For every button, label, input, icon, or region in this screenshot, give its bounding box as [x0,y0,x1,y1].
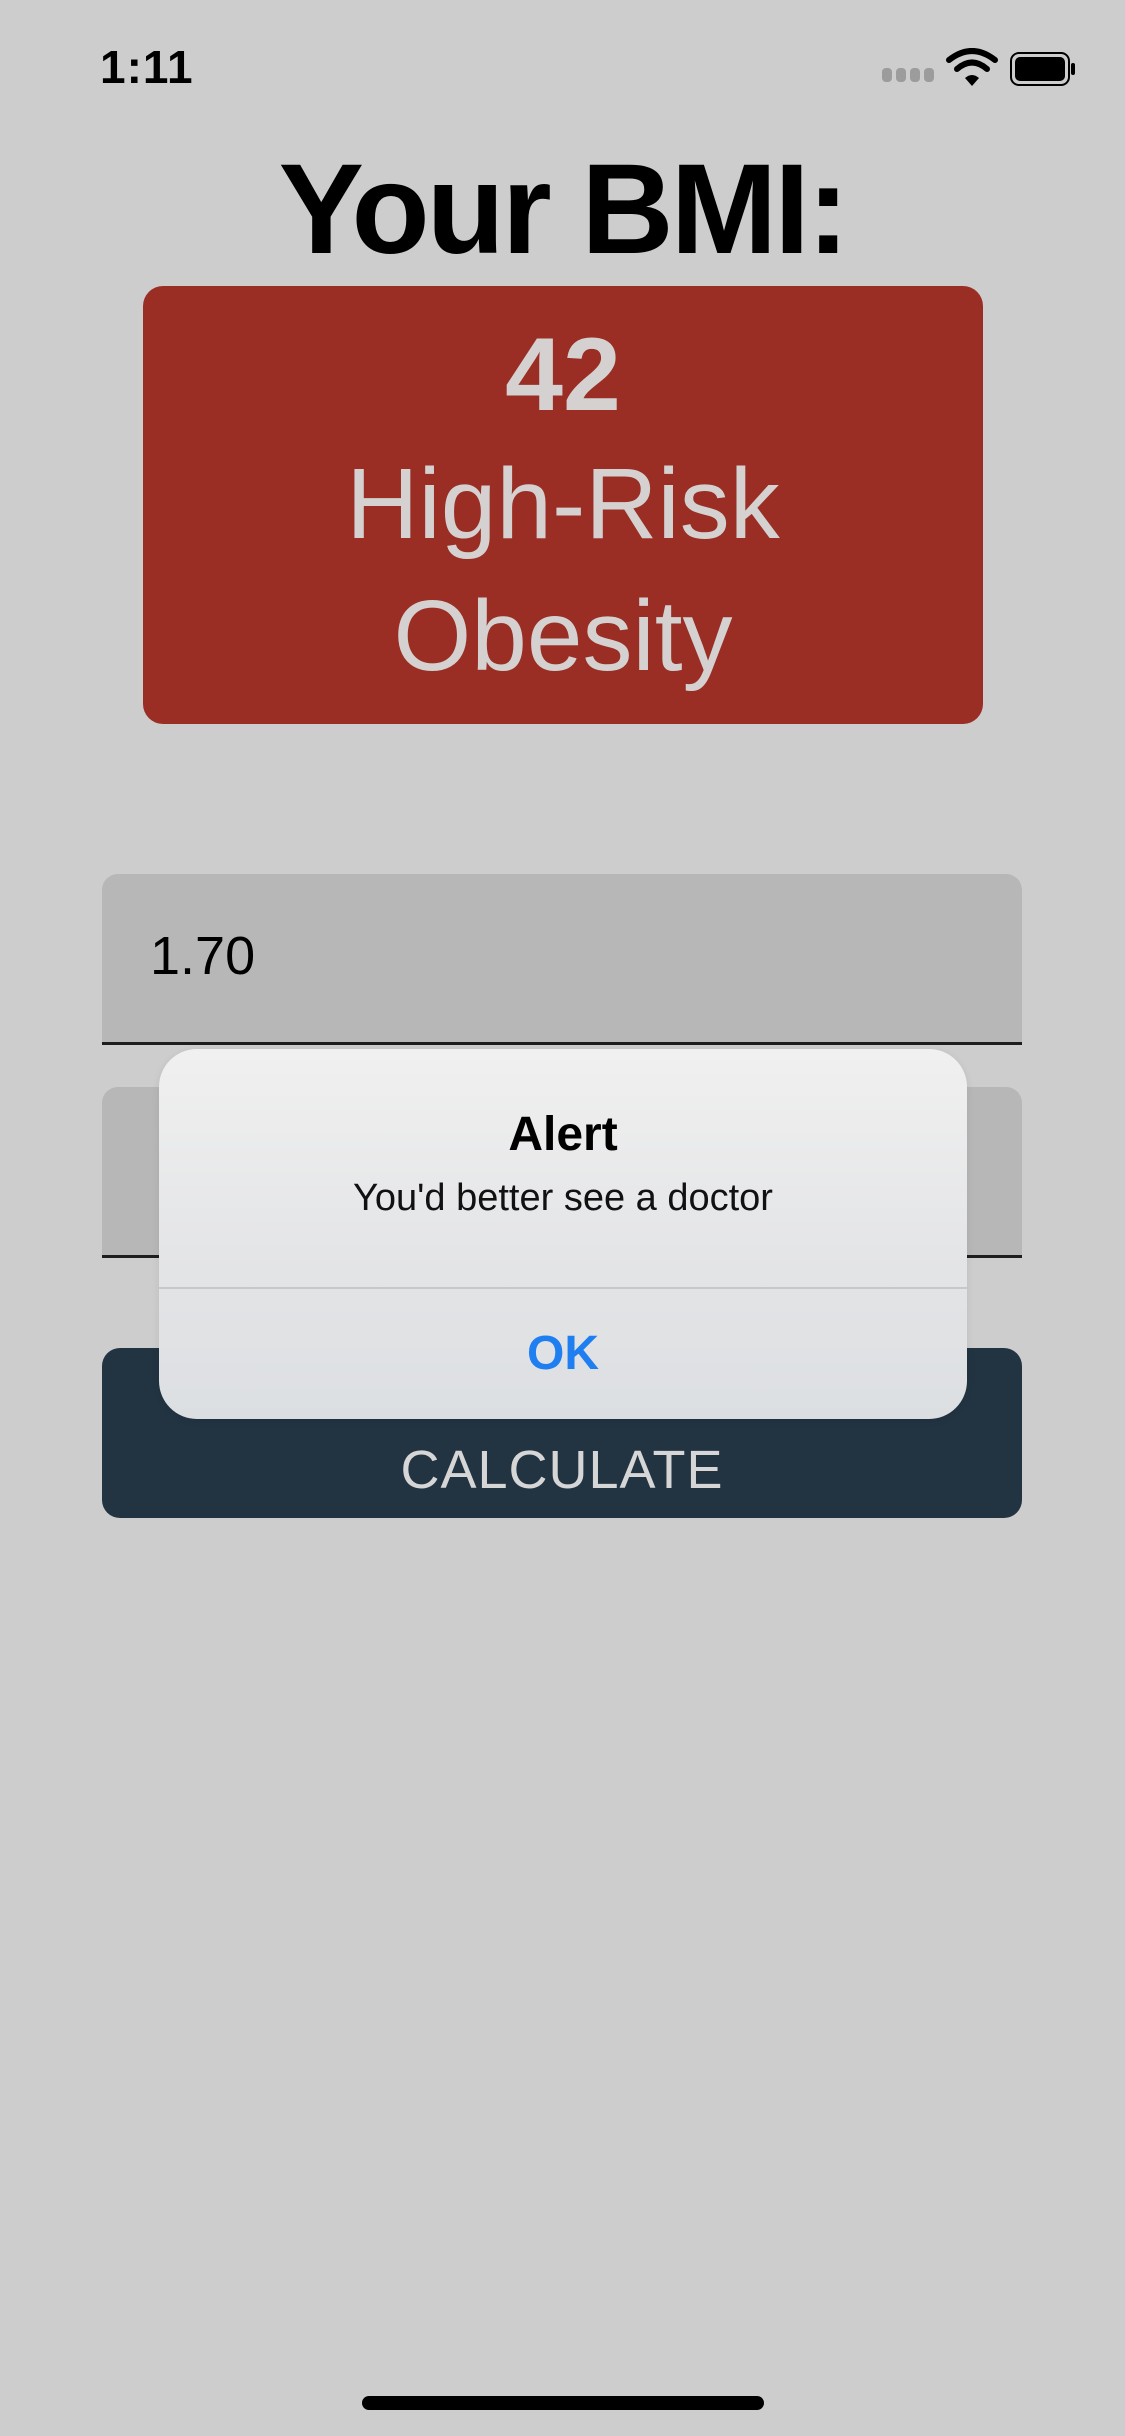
alert-message: You'd better see a doctor [353,1177,773,1219]
wifi-icon [946,48,998,86]
page-title: Your BMI: [278,138,850,281]
signal-icon [882,68,934,82]
height-input[interactable]: 1.70 [102,874,1022,1045]
alert-title: Alert [508,1108,618,1161]
bmi-category: High-Risk Obesity [346,448,780,692]
height-input-value: 1.70 [150,926,256,986]
alert-ok-button[interactable]: OK [159,1289,967,1419]
status-time: 1:11 [100,41,194,93]
status-bar: 1:11 [0,0,1125,140]
alert-dialog: Alert You'd better see a doctor OK [159,1049,967,1419]
bmi-result-card: 42 High-Risk Obesity [143,286,983,724]
battery-icon [1010,52,1075,86]
home-indicator[interactable] [362,2396,764,2410]
bmi-value: 42 [505,317,621,433]
